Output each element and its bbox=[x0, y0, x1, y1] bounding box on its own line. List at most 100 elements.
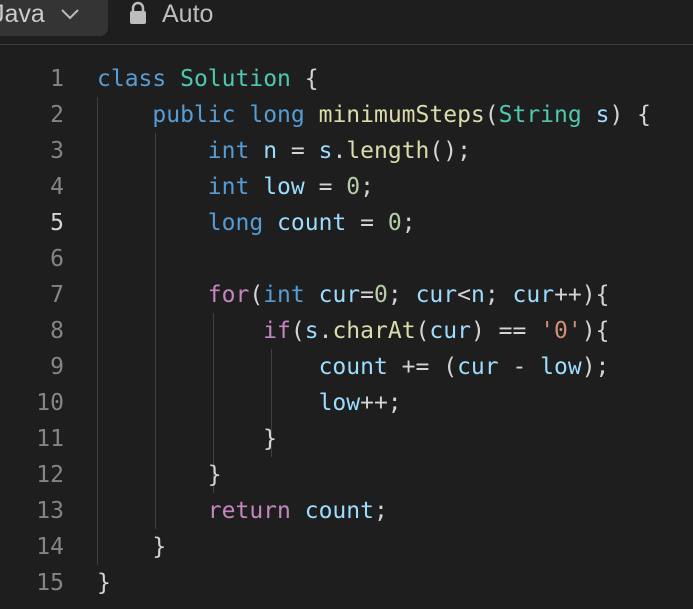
code-token: } bbox=[97, 570, 111, 596]
code-line[interactable]: 14 } bbox=[0, 529, 693, 565]
code-token: . bbox=[332, 138, 347, 164]
code-token: s bbox=[304, 318, 319, 344]
code-line[interactable]: 13 return count; bbox=[0, 493, 693, 529]
code-editor[interactable]: Java Auto 1class Solution { 2 public long… bbox=[0, 0, 693, 609]
code-line[interactable]: 9 count += (cur - low); bbox=[0, 349, 693, 385]
code-token: ++; bbox=[360, 390, 402, 416]
code-token: cur bbox=[415, 282, 458, 308]
code-token: int bbox=[263, 282, 305, 308]
code-token: return bbox=[207, 498, 291, 524]
code-line[interactable]: 12 } bbox=[0, 457, 693, 493]
line-number: 2 bbox=[50, 102, 64, 128]
code-token: (); bbox=[429, 138, 471, 164]
auto-mode-label[interactable]: Auto bbox=[162, 0, 213, 28]
code-text: long count = 0; bbox=[97, 205, 416, 241]
code-token: ; bbox=[373, 498, 388, 524]
code-token: ( bbox=[415, 318, 430, 344]
code-token: = bbox=[277, 138, 319, 164]
code-token: ; bbox=[387, 282, 416, 308]
code-text: } bbox=[97, 529, 166, 565]
code-text: } bbox=[97, 457, 222, 493]
code-token: n bbox=[470, 282, 485, 308]
code-line[interactable]: 7 for(int cur=0; cur<n; cur++){ bbox=[0, 277, 693, 313]
code-line[interactable]: 15} bbox=[0, 565, 693, 601]
code-token: ; bbox=[484, 282, 513, 308]
line-number: 9 bbox=[50, 354, 64, 380]
editor-toolbar: Java Auto bbox=[0, 0, 693, 45]
line-number: 5 bbox=[50, 210, 64, 236]
code-text: int n = s.length(); bbox=[97, 133, 471, 169]
line-number: 3 bbox=[50, 138, 64, 164]
code-line[interactable]: 4 int low = 0; bbox=[0, 169, 693, 205]
code-token: = bbox=[346, 210, 388, 236]
code-text: class Solution { bbox=[97, 61, 319, 97]
code-token: ) == bbox=[470, 318, 541, 344]
code-line[interactable]: 11 } bbox=[0, 421, 693, 457]
code-token: += ( bbox=[387, 354, 458, 380]
code-token: if bbox=[263, 318, 291, 344]
code-text: return count; bbox=[97, 493, 388, 529]
code-token: ; bbox=[360, 174, 374, 200]
code-token: count bbox=[318, 354, 388, 380]
code-token: ); bbox=[581, 354, 610, 380]
code-token: cur bbox=[318, 282, 361, 308]
code-token: s bbox=[595, 102, 610, 128]
code-token: } bbox=[97, 534, 167, 560]
code-line[interactable]: 2 public long minimumSteps(String s) { bbox=[0, 97, 693, 133]
line-number: 11 bbox=[36, 426, 64, 452]
code-line[interactable]: 3 int n = s.length(); bbox=[0, 133, 693, 169]
code-token: public bbox=[152, 102, 236, 128]
line-number: 7 bbox=[50, 282, 64, 308]
code-token: } bbox=[97, 426, 278, 452]
code-token: 0 bbox=[374, 282, 388, 308]
code-line[interactable]: 10 low++; bbox=[0, 385, 693, 421]
code-token: n bbox=[263, 138, 278, 164]
language-select[interactable]: Java bbox=[0, 0, 108, 36]
code-token: low bbox=[263, 174, 305, 200]
code-token: ( bbox=[290, 318, 305, 344]
code-token: Solution bbox=[180, 66, 291, 92]
code-text: } bbox=[97, 565, 111, 601]
code-token: '0' bbox=[540, 318, 582, 344]
code-token: s bbox=[318, 138, 333, 164]
line-number: 12 bbox=[36, 462, 64, 488]
chevron-down-icon[interactable] bbox=[59, 7, 81, 21]
line-number: 8 bbox=[50, 318, 64, 344]
code-token: long bbox=[249, 102, 305, 128]
code-line[interactable]: 6 bbox=[0, 241, 693, 277]
line-number: 4 bbox=[50, 174, 64, 200]
line-number: 15 bbox=[36, 570, 64, 596]
code-line[interactable]: 1 class Solution { bbox=[0, 61, 693, 97]
code-token: int bbox=[207, 138, 250, 164]
code-token: ( bbox=[484, 102, 499, 128]
code-text: int low = 0; bbox=[97, 169, 374, 205]
code-text: public long minimumSteps(String s) { bbox=[97, 97, 651, 133]
code-text: } bbox=[97, 421, 277, 457]
code-token: < bbox=[457, 282, 471, 308]
code-token: cur bbox=[512, 282, 555, 308]
code-text: for(int cur=0; cur<n; cur++){ bbox=[97, 277, 610, 313]
code-area[interactable]: 1 class Solution { 2 public long minimumSt… bbox=[0, 45, 693, 609]
code-line[interactable]: 8 if(s.charAt(cur) == '0'){ bbox=[0, 313, 693, 349]
code-token: . bbox=[318, 318, 333, 344]
language-label: Java bbox=[0, 0, 45, 28]
line-number: 10 bbox=[36, 390, 64, 416]
code-line[interactable]: 5 long count = 0; bbox=[0, 205, 693, 241]
code-token: for bbox=[207, 282, 250, 308]
code-token: ; bbox=[401, 210, 416, 236]
line-number: 14 bbox=[36, 534, 64, 560]
code-token: minimumSteps bbox=[318, 102, 485, 128]
code-token: 0 bbox=[387, 210, 402, 236]
code-token: count bbox=[304, 498, 374, 524]
